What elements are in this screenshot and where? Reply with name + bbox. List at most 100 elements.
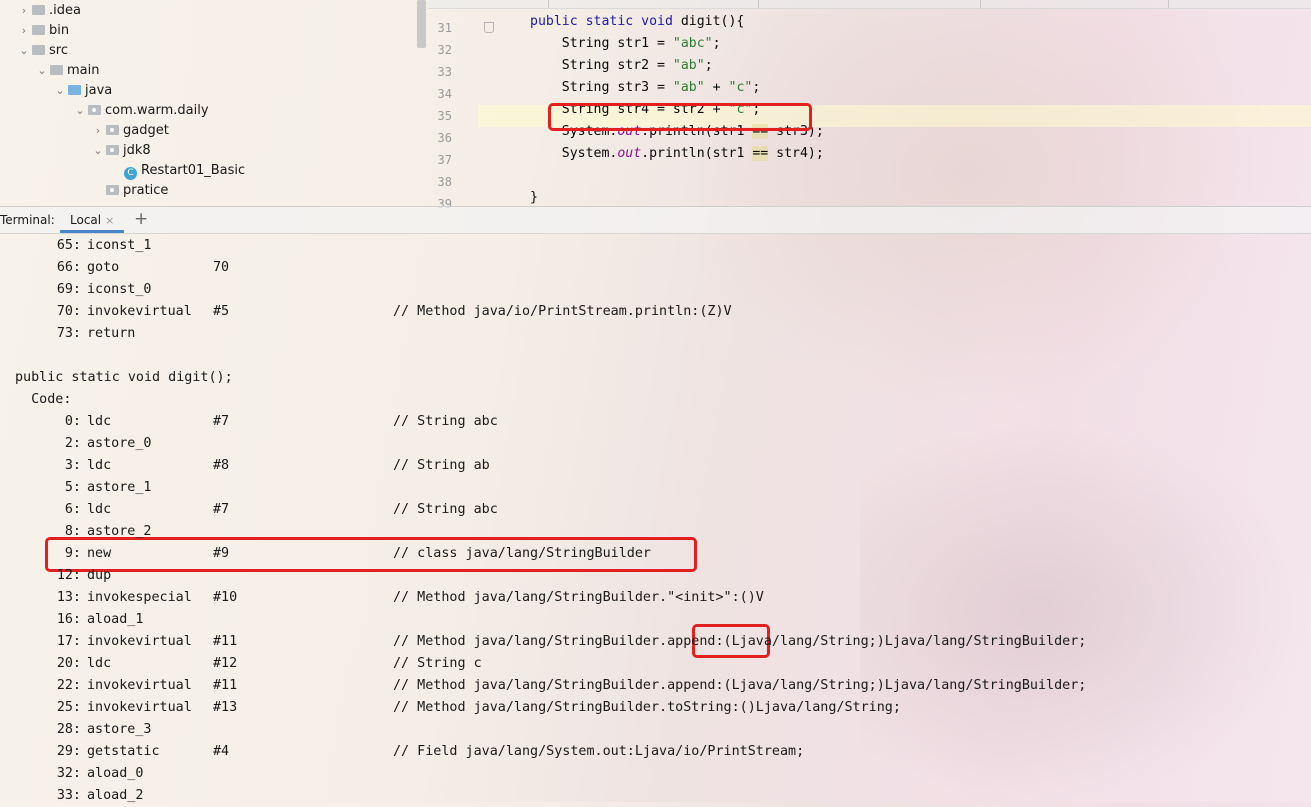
- bytecode-operand: #7: [213, 502, 230, 517]
- chevron-down-icon[interactable]: ⌄: [52, 81, 68, 101]
- bytecode-offset: 6:: [64, 502, 81, 517]
- bytecode-offset: 28:: [56, 722, 81, 737]
- project-tree-label: Restart01_Basic: [141, 163, 246, 178]
- bytecode-operand: #7: [213, 414, 230, 429]
- project-tree-item[interactable]: › bin: [16, 21, 69, 41]
- chevron-down-icon[interactable]: ⌄: [16, 41, 32, 61]
- code-line: String str1 = "abc";: [530, 33, 721, 55]
- close-icon[interactable]: ×: [105, 214, 114, 227]
- code-static-field: out: [617, 146, 642, 161]
- project-tree-label: pratice: [123, 183, 169, 198]
- bytecode-opcode: goto: [87, 260, 120, 275]
- bytecode-offset: 8:: [64, 524, 81, 539]
- line-number: 38: [437, 175, 452, 189]
- add-terminal-button[interactable]: +: [134, 207, 148, 231]
- project-tree-item[interactable]: ⌄ jdk8: [90, 141, 150, 161]
- project-tree-item[interactable]: ⌄ main: [34, 61, 99, 81]
- tab-terminal-local[interactable]: Local ×: [60, 207, 125, 233]
- chevron-right-icon[interactable]: ›: [90, 121, 106, 141]
- terminal-line: Code:: [15, 392, 72, 407]
- code-string: "ab": [672, 80, 705, 95]
- bytecode-operand: #4: [213, 744, 230, 759]
- folder-icon: [32, 5, 45, 15]
- annotation-box-str4-line: [548, 103, 812, 131]
- project-tree-label: com.warm.daily: [105, 103, 209, 118]
- bytecode-comment: // Method java/lang/StringBuilder.append…: [393, 678, 1087, 693]
- bytecode-comment: // String c: [393, 656, 482, 671]
- code-text: String str1 =: [530, 36, 673, 51]
- bytecode-comment: // Field java/lang/System.out:Ljava/io/P…: [393, 744, 805, 759]
- bytecode-opcode: aload_1: [87, 612, 144, 627]
- project-tree-item[interactable]: › .idea: [16, 1, 81, 21]
- fold-icon[interactable]: [484, 22, 494, 33]
- code-string: "abc": [672, 36, 713, 51]
- bytecode-offset: 5:: [64, 480, 81, 495]
- chevron-down-icon[interactable]: ⌄: [34, 61, 50, 81]
- project-tree-item[interactable]: ⌄ java: [52, 81, 112, 101]
- bytecode-opcode: invokevirtual: [87, 634, 192, 649]
- code-text: digit(){: [680, 14, 745, 29]
- bytecode-opcode: invokevirtual: [87, 304, 192, 319]
- bytecode-opcode: iconst_0: [87, 282, 152, 297]
- bytecode-opcode: new: [87, 546, 112, 561]
- project-tree-item[interactable]: ⌄ com.warm.daily: [72, 101, 209, 121]
- bytecode-opcode: astore_3: [87, 722, 152, 737]
- line-number: 34: [437, 87, 452, 101]
- tab-separator: [1168, 0, 1169, 8]
- bytecode-offset: 69:: [56, 282, 81, 297]
- bytecode-opcode: aload_0: [87, 766, 144, 781]
- project-tree-item[interactable]: › gadget: [90, 121, 169, 141]
- bytecode-comment: // String abc: [393, 414, 498, 429]
- line-number: 33: [437, 65, 452, 79]
- code-line: System.out.println(str1 == str4);: [530, 143, 824, 165]
- project-tree-label: java: [85, 83, 113, 98]
- package-icon: [106, 125, 119, 135]
- line-number: 32: [437, 43, 452, 57]
- bytecode-opcode: invokespecial: [87, 590, 192, 605]
- code-editor[interactable]: 31 32 33 34 35 36 37 38 39 public static void di…: [428, 0, 1311, 211]
- bytecode-operand: #8: [213, 458, 230, 473]
- line-number-gutter: 31 32 33 34 35 36 37 38 39: [428, 8, 500, 211]
- code-string: "ab": [672, 58, 705, 73]
- chevron-right-icon[interactable]: ›: [16, 21, 32, 41]
- bytecode-offset: 13:: [56, 590, 81, 605]
- project-tree: › .idea › bin ⌄ src ⌄ main ⌄ java ⌄ com.warm.daily ›…: [0, 0, 428, 206]
- bytecode-operand: #10: [213, 590, 238, 605]
- bytecode-offset: 73:: [56, 326, 81, 341]
- java-class-icon: C: [124, 167, 137, 180]
- bytecode-opcode: ldc: [87, 656, 112, 671]
- bytecode-offset: 33:: [56, 788, 81, 803]
- bytecode-opcode: aload_2: [87, 788, 144, 803]
- bytecode-offset: 22:: [56, 678, 81, 693]
- bytecode-opcode: ldc: [87, 414, 112, 429]
- bytecode-opcode: dup: [87, 568, 112, 583]
- bytecode-operand: #5: [213, 304, 230, 319]
- chevron-down-icon[interactable]: ⌄: [72, 101, 88, 121]
- bytecode-opcode: astore_2: [87, 524, 152, 539]
- folder-icon: [50, 65, 63, 75]
- bytecode-offset: 9:: [64, 546, 81, 561]
- project-tree-item[interactable]: pratice: [90, 181, 168, 201]
- bytecode-offset: 29:: [56, 744, 81, 759]
- project-tree-item[interactable]: C Restart01_Basic: [108, 161, 245, 181]
- terminal-output[interactable]: 65: iconst_1 66: goto 70 69: iconst_0 70: invoke…: [0, 233, 1311, 803]
- code-string: "c": [728, 80, 753, 95]
- bytecode-offset: 3:: [64, 458, 81, 473]
- bytecode-offset: 17:: [56, 634, 81, 649]
- bytecode-offset: 20:: [56, 656, 81, 671]
- project-tree-label: gadget: [123, 123, 169, 138]
- line-number: 35: [437, 109, 452, 123]
- code-text: ;: [704, 58, 713, 73]
- project-tree-label: .idea: [49, 3, 81, 18]
- project-scrollbar[interactable]: [417, 0, 426, 48]
- chevron-down-icon[interactable]: ⌄: [90, 141, 106, 161]
- code-text: str4);: [768, 146, 824, 161]
- editor-tab-bar[interactable]: [428, 0, 1311, 9]
- bytecode-offset: 0:: [64, 414, 81, 429]
- bytecode-opcode: return: [87, 326, 136, 341]
- chevron-right-icon[interactable]: ›: [16, 1, 32, 21]
- bytecode-comment: // class java/lang/StringBuilder: [393, 546, 651, 561]
- project-tree-item[interactable]: ⌄ src: [16, 41, 68, 61]
- bytecode-offset: 32:: [56, 766, 81, 781]
- bytecode-offset: 66:: [56, 260, 81, 275]
